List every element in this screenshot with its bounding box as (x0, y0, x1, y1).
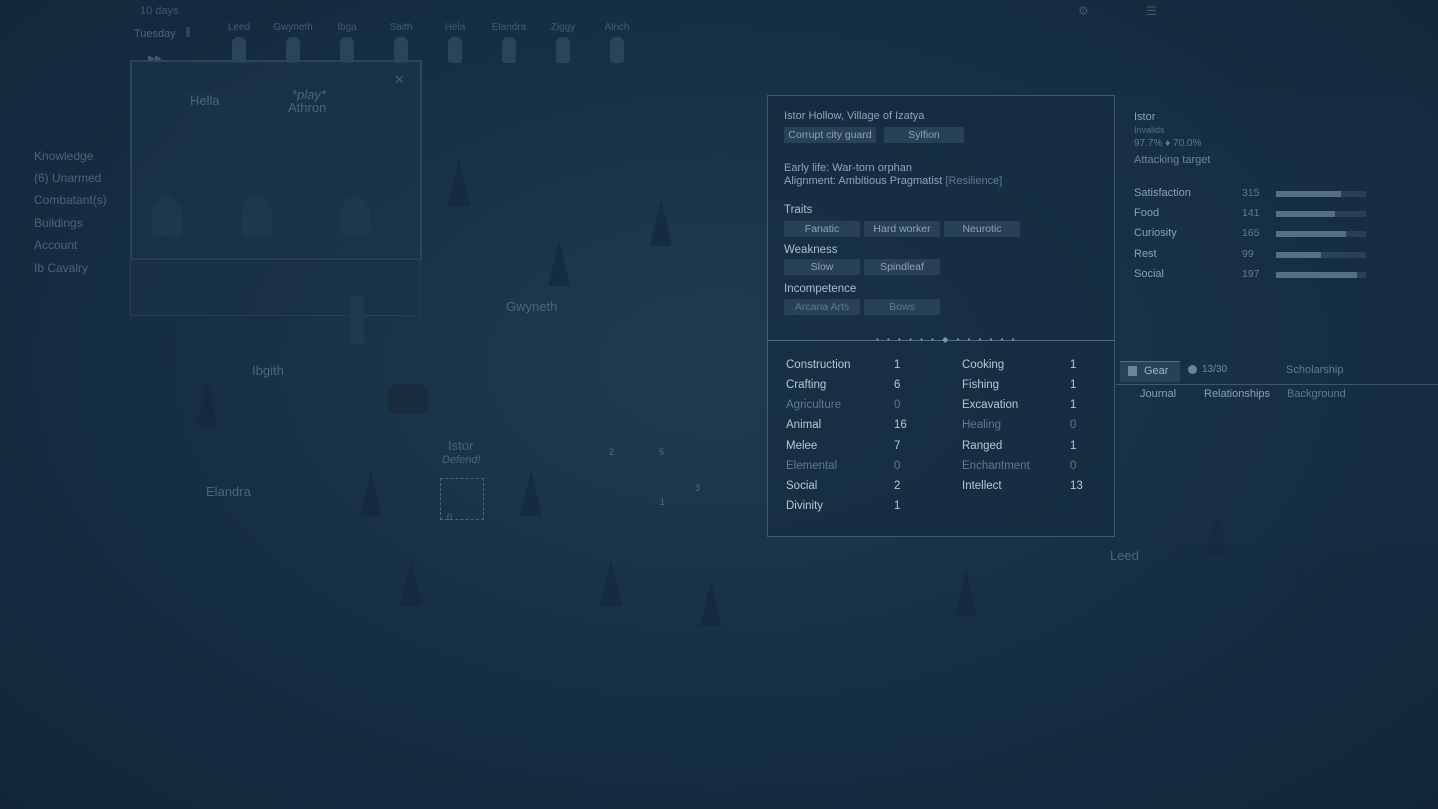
map-label-athron[interactable]: Athron (288, 100, 326, 115)
colonist-portrait[interactable]: Leed (212, 22, 266, 63)
left-item-account[interactable]: Account (34, 238, 77, 252)
enemy-count: 5 (659, 447, 665, 457)
enemy-count: 0 (447, 512, 453, 522)
colonist-portrait[interactable]: Elandra (482, 22, 536, 63)
map-label-leed[interactable]: Leed (1110, 548, 1139, 563)
building-lower-room (130, 258, 420, 316)
faction-tag[interactable]: Sylfion (884, 127, 964, 143)
need-bar (1276, 211, 1366, 217)
colonist-portrait[interactable]: Alrich (590, 22, 644, 63)
alignment-text: Alignment: Ambitious Pragmatist [Resilie… (784, 175, 1003, 187)
plant-icon (152, 196, 182, 236)
weight-icon (1188, 365, 1197, 374)
colonist-figure-icon (448, 37, 462, 63)
tree-icon (700, 580, 722, 626)
days-counter: 10 days (140, 5, 179, 17)
need-row: Rest 99 (1134, 248, 1434, 262)
tree-icon (520, 470, 542, 516)
map-label-ibgith[interactable]: Ibgith (252, 363, 284, 378)
tab-divider (1116, 384, 1438, 385)
character-info-panel: Istor Hollow, Village of Izatya Corrupt … (767, 95, 1115, 537)
need-row: Satisfaction 315 (1134, 187, 1434, 201)
need-row: Curiosity 165 (1134, 227, 1434, 241)
tree-icon (650, 200, 672, 246)
colonist-portrait[interactable]: Ibga (320, 22, 374, 63)
need-row: Food 141 (1134, 207, 1434, 221)
traits-heading: Traits (784, 204, 813, 216)
tree-icon (360, 470, 382, 516)
tree-icon (400, 560, 422, 606)
weakness-tag[interactable]: Spindleaf (864, 259, 940, 275)
weakness-heading: Weakness (784, 244, 838, 256)
close-icon[interactable]: ✕ (394, 72, 405, 88)
tree-icon (548, 240, 570, 286)
left-item-combatants[interactable]: Combatant(s) (34, 193, 107, 207)
tab-relationships[interactable]: Relationships (1204, 388, 1270, 400)
plant-icon (340, 196, 370, 236)
tab-background[interactable]: Background (1287, 388, 1346, 400)
incompetence-heading: Incompetence (784, 283, 857, 295)
colonist-portrait[interactable]: Ziggy (536, 22, 590, 63)
map-label-hella[interactable]: Hella (190, 93, 220, 108)
incompetence-tag[interactable]: Arcana Arts (784, 299, 860, 315)
tree-icon (1290, 560, 1312, 606)
need-bar (1276, 231, 1366, 237)
colonist-activity: Attacking target (1134, 154, 1211, 166)
incompetence-tag[interactable]: Bows (864, 299, 940, 315)
enemy-count: 2 (609, 447, 615, 457)
map-label-elandra[interactable]: Elandra (206, 484, 251, 499)
colonist-stats: 97.7% ♦ 70.0% (1134, 138, 1202, 149)
tab-scholarship[interactable]: Scholarship (1286, 364, 1343, 376)
tree-icon (448, 160, 470, 206)
lamp-icon (350, 296, 364, 344)
title-tag[interactable]: Corrupt city guard (784, 127, 876, 143)
colonist-portrait[interactable]: Hela (428, 22, 482, 63)
tree-icon (600, 560, 622, 606)
top-bar: 10 days Tuesday ▶▶ ⚙ ☰ (0, 0, 1438, 63)
left-item-unarmed[interactable]: (6) Unarmed (34, 171, 101, 185)
section-divider: • • • • • • ◆ • • • • • • (768, 335, 1114, 344)
left-item-knowledge[interactable]: Knowledge (34, 149, 93, 163)
tree-icon (196, 380, 218, 426)
map-label-istor[interactable]: Istor (448, 438, 473, 453)
weakness-tag[interactable]: Slow (784, 259, 860, 275)
location-label: Istor Hollow, Village of Izatya (784, 110, 925, 122)
tab-journal[interactable]: Journal (1140, 388, 1176, 400)
rock-icon (388, 384, 428, 414)
carry-load: 13/30 (1202, 364, 1228, 375)
need-bar (1276, 252, 1366, 258)
left-item-buildings[interactable]: Buildings (34, 216, 83, 230)
gear-icon (1128, 366, 1137, 376)
colonist-status-panel: Istor Invalids 97.7% ♦ 70.0% Attacking t… (1116, 95, 1438, 545)
divider-ornament: • • • • • • ◆ • • • • • • (876, 335, 1018, 344)
tree-icon (955, 570, 977, 616)
early-life-text: Early life: War-torn orphan (784, 162, 912, 174)
colonist-portrait[interactable]: Gwyneth (266, 22, 320, 63)
colonist-portrait[interactable]: Saith (374, 22, 428, 63)
building-room: ✕ (130, 60, 422, 260)
colonist-name: Istor (1134, 111, 1156, 123)
settings-icon[interactable]: ⚙ (1078, 4, 1089, 18)
colonist-figure-icon (502, 37, 516, 63)
colonist-figure-icon (556, 37, 570, 63)
enemy-count: 1 (660, 497, 666, 507)
enemy-count: 3 (695, 483, 701, 493)
time-icon (186, 27, 190, 37)
need-row: Social 197 (1134, 268, 1434, 282)
map-label-gwyneth[interactable]: Gwyneth (506, 299, 557, 314)
colonist-subtitle: Invalids (1134, 125, 1165, 135)
need-bar (1276, 272, 1366, 278)
weekday-label: Tuesday (134, 28, 176, 40)
alignment-extra: Resilience (948, 175, 1000, 187)
colonist-figure-icon (610, 37, 624, 63)
gear-tab[interactable]: Gear (1120, 361, 1180, 382)
need-bar (1276, 191, 1366, 197)
plant-icon (242, 196, 272, 236)
trait-tag[interactable]: Fanatic (784, 221, 860, 237)
left-item-cavalry[interactable]: Ib Cavalry (34, 261, 88, 275)
istor-status: Defend! (442, 454, 481, 466)
menu-icon[interactable]: ☰ (1146, 4, 1157, 18)
trait-tag[interactable]: Neurotic (944, 221, 1020, 237)
trait-tag[interactable]: Hard worker (864, 221, 940, 237)
